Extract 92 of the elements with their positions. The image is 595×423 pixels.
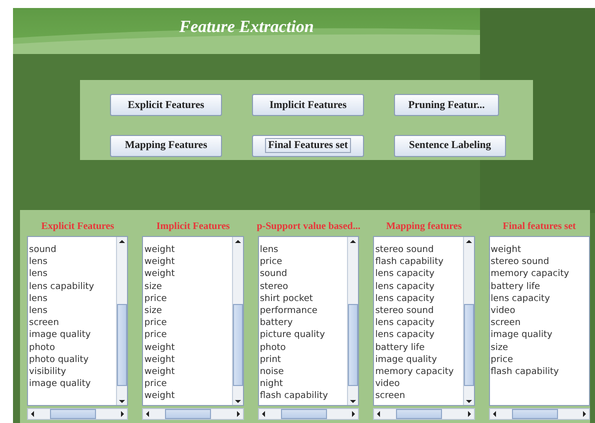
feature-list[interactable]: sound lens lens lens capability lens lens screen image quality photo photo quality visibility image quality: [27, 236, 128, 406]
action-button[interactable]: Implicit Features: [252, 94, 364, 116]
list-item[interactable]: video: [490, 305, 570, 318]
list-item[interactable]: performance: [258, 305, 328, 318]
list-item[interactable]: weight: [143, 244, 175, 256]
list-item[interactable]: night: [258, 378, 328, 390]
up-arrow-icon[interactable]: [464, 237, 474, 246]
list-item[interactable]: battery life: [374, 342, 454, 354]
list-item[interactable]: sound: [258, 268, 328, 281]
list-item[interactable]: stereo sound: [490, 256, 570, 268]
feature-list[interactable]: weight stereo sound memory capacity battery life lens capacity video screen image quality size price flash capability: [488, 236, 590, 406]
action-button[interactable]: Final Features set: [252, 134, 364, 156]
list-item[interactable]: weight: [143, 268, 175, 281]
list-item[interactable]: weight: [143, 342, 175, 354]
list-item[interactable]: memory capacity: [490, 268, 570, 281]
list-item[interactable]: photo: [28, 342, 94, 354]
feature-list[interactable]: lens price sound stereo shirt pocket performance battery picture quality photo print noise night flash capability: [258, 236, 360, 406]
list-item[interactable]: lens capacity: [374, 329, 454, 342]
list-item[interactable]: stereo: [258, 280, 328, 293]
action-button[interactable]: Sentence Labeling: [394, 134, 506, 156]
up-arrow-icon[interactable]: [232, 237, 243, 246]
list-title: Mapping features: [385, 220, 463, 234]
horizontal-scrollbar[interactable]: [258, 408, 360, 420]
vertical-scrollbar[interactable]: [347, 237, 358, 405]
list-item[interactable]: shirt pocket: [258, 292, 328, 306]
list-item[interactable]: lens: [28, 292, 94, 306]
list-item[interactable]: photo quality: [28, 354, 94, 366]
list-item[interactable]: image quality: [374, 354, 454, 366]
list-item[interactable]: picture quality: [258, 329, 328, 342]
list-item[interactable]: image quality: [28, 378, 94, 390]
window-title: Feature Extraction: [179, 17, 314, 37]
action-button[interactable]: Pruning Featur...: [394, 94, 499, 116]
list-item[interactable]: stereo sound: [374, 244, 454, 256]
list-item[interactable]: price: [143, 378, 175, 390]
list-item[interactable]: lens: [28, 305, 94, 318]
list-item[interactable]: noise: [258, 366, 328, 378]
list-item[interactable]: lens capability: [28, 280, 94, 293]
list-item[interactable]: lens capacity: [374, 292, 454, 306]
list-item[interactable]: memory capacity: [374, 366, 454, 378]
list-title: Final features set: [502, 220, 577, 234]
list-item[interactable]: photo: [258, 342, 328, 354]
list-item[interactable]: video: [374, 378, 454, 390]
list-item[interactable]: lens: [28, 256, 94, 268]
list-item[interactable]: print: [258, 354, 328, 366]
list-item[interactable]: battery: [258, 317, 328, 330]
list-item[interactable]: visibility: [28, 366, 94, 378]
list-item[interactable]: flash capability: [374, 256, 454, 268]
list-item[interactable]: weight: [143, 354, 175, 366]
list-title: Explicit Features: [40, 220, 116, 234]
feature-list[interactable]: weight weight weight size price size price price weight weight weight price weight: [142, 236, 244, 406]
vertical-scrollbar[interactable]: [116, 237, 128, 405]
list-item[interactable]: weight: [490, 244, 570, 256]
up-arrow-icon[interactable]: [117, 237, 128, 246]
list-item[interactable]: lens capacity: [374, 268, 454, 281]
feature-list[interactable]: stereo sound flash capability lens capacity lens capacity lens capacity stereo sound lens capacity lens capacity battery life image quality memory capacity video screen: [373, 236, 475, 406]
vertical-scrollbar[interactable]: [232, 237, 243, 405]
list-item[interactable]: sound: [28, 244, 94, 256]
list-item[interactable]: lens: [28, 268, 94, 281]
action-button[interactable]: Explicit Features: [110, 94, 222, 116]
list-item[interactable]: lens: [258, 244, 328, 256]
list-title: Implicit Features: [155, 220, 231, 234]
list-item[interactable]: screen: [374, 390, 454, 403]
list-item[interactable]: weight: [143, 256, 175, 268]
list-item[interactable]: flash capability: [490, 366, 570, 378]
list-item[interactable]: size: [143, 280, 175, 293]
list-item[interactable]: lens capacity: [374, 317, 454, 330]
list-item[interactable]: battery life: [490, 280, 570, 293]
horizontal-scrollbar[interactable]: [27, 408, 128, 420]
list-item[interactable]: price: [143, 292, 175, 306]
list-item[interactable]: size: [490, 342, 570, 354]
list-item[interactable]: stereo sound: [374, 305, 454, 318]
list-item[interactable]: weight: [143, 390, 175, 403]
horizontal-scrollbar[interactable]: [373, 408, 475, 420]
list-item[interactable]: price: [258, 256, 328, 268]
list-item[interactable]: lens capacity: [490, 292, 570, 306]
up-arrow-icon[interactable]: [348, 237, 358, 246]
horizontal-scrollbar[interactable]: [142, 408, 244, 420]
list-item[interactable]: price: [143, 317, 175, 330]
action-button[interactable]: Mapping Features: [110, 134, 222, 156]
list-item[interactable]: size: [143, 305, 175, 318]
vertical-scrollbar[interactable]: [462, 237, 474, 405]
horizontal-scrollbar[interactable]: [488, 408, 590, 420]
list-item[interactable]: weight: [143, 366, 175, 378]
list-item[interactable]: screen: [490, 317, 570, 330]
list-title: p-Support value based...: [256, 220, 362, 234]
list-item[interactable]: image quality: [490, 329, 570, 342]
list-item[interactable]: screen: [28, 317, 94, 330]
list-item[interactable]: lens capacity: [374, 280, 454, 293]
list-item[interactable]: flash capability: [258, 390, 328, 403]
list-item[interactable]: price: [143, 329, 175, 342]
list-item[interactable]: image quality: [28, 329, 94, 342]
list-item[interactable]: price: [490, 354, 570, 366]
